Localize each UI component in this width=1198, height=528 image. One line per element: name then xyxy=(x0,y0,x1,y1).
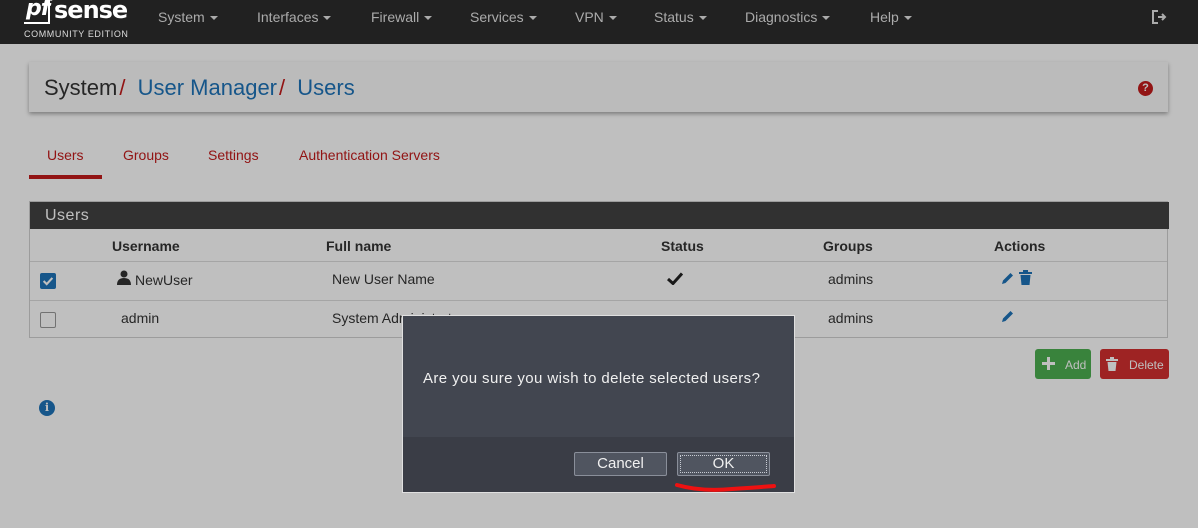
caret-down-icon xyxy=(608,16,617,21)
nav-menu-system[interactable]: System xyxy=(158,9,218,25)
nav-menu-diagnostics[interactable]: Diagnostics xyxy=(745,9,831,25)
nav-menu-interfaces[interactable]: Interfaces xyxy=(257,9,332,25)
confirm-delete-dialog: Are you sure you wish to delete selected… xyxy=(402,315,795,493)
caret-down-icon xyxy=(528,16,537,21)
nav-menu-label: VPN xyxy=(575,9,604,25)
logo-edition-text: COMMUNITY EDITION xyxy=(24,29,129,39)
nav-menu-label: Help xyxy=(870,9,899,25)
nav-menu-status[interactable]: Status xyxy=(654,9,707,25)
nav-menu-label: Services xyxy=(470,9,524,25)
nav-menu-firewall[interactable]: Firewall xyxy=(371,9,433,25)
nav-menu-label: Status xyxy=(654,9,694,25)
logout-icon[interactable] xyxy=(1152,10,1168,24)
ok-button[interactable]: OK xyxy=(677,452,770,476)
caret-down-icon xyxy=(903,16,912,21)
pfsense-logo[interactable]: pf sense COMMUNITY EDITION xyxy=(24,0,134,42)
nav-menu-services[interactable]: Services xyxy=(470,9,537,25)
nav-menu-label: Firewall xyxy=(371,9,420,25)
cancel-button[interactable]: Cancel xyxy=(574,452,667,476)
top-navbar: pf sense COMMUNITY EDITION System Interf… xyxy=(0,0,1198,44)
dialog-message: Are you sure you wish to delete selected… xyxy=(423,370,761,387)
nav-menu-label: Diagnostics xyxy=(745,9,818,25)
logo-pf-text: pf xyxy=(26,0,50,21)
caret-down-icon xyxy=(822,16,831,21)
nav-menu-label: Interfaces xyxy=(257,9,319,25)
nav-menu-label: System xyxy=(158,9,205,25)
caret-down-icon xyxy=(424,16,433,21)
caret-down-icon xyxy=(698,16,707,21)
nav-menu-help[interactable]: Help xyxy=(870,9,912,25)
annotation-underline-mark xyxy=(675,483,776,492)
logo-sense-text: sense xyxy=(54,0,128,24)
caret-down-icon xyxy=(323,16,332,21)
caret-down-icon xyxy=(209,16,218,21)
nav-menu-vpn[interactable]: VPN xyxy=(575,9,617,25)
